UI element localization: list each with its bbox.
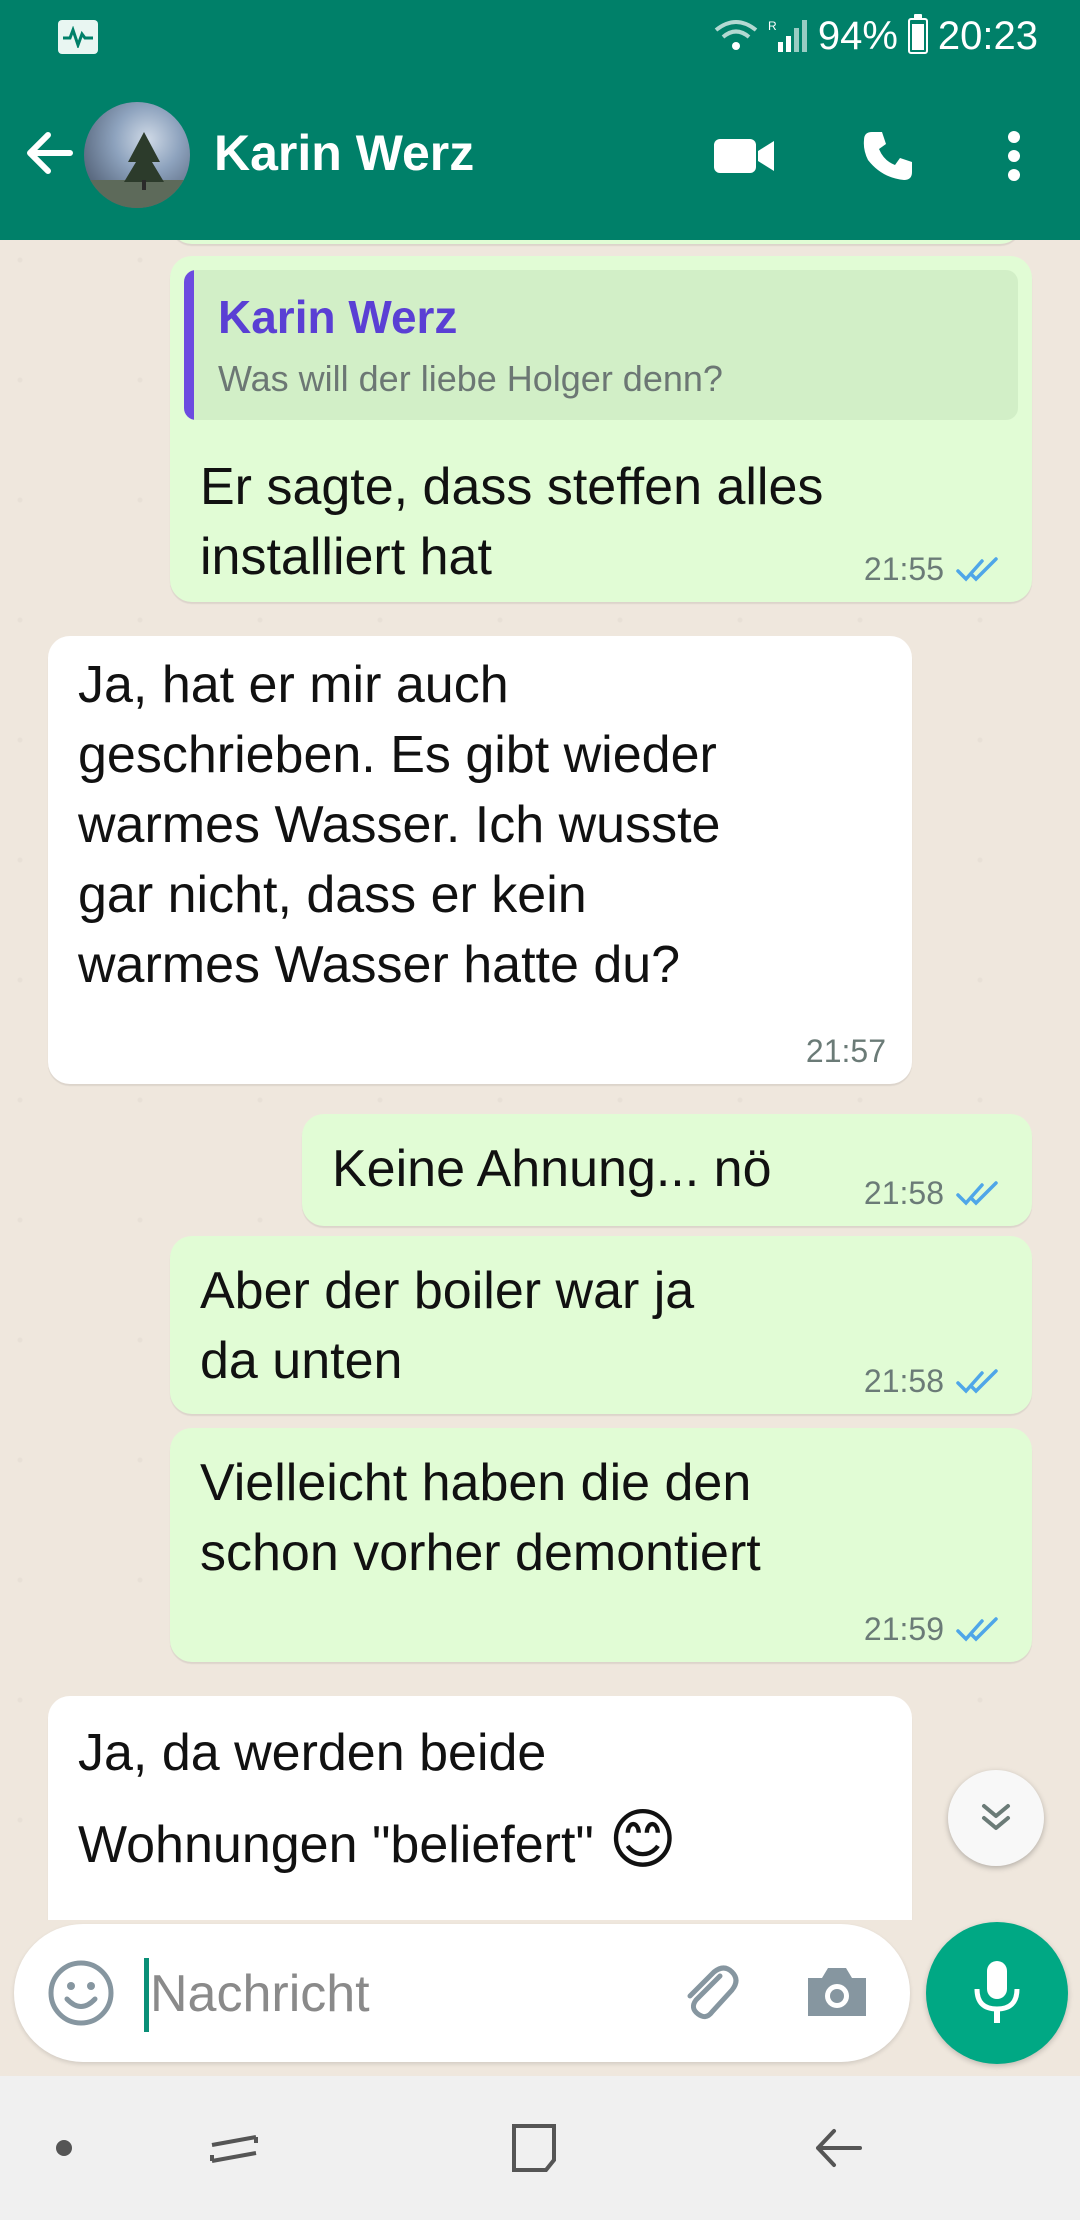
read-ticks-icon	[956, 1616, 998, 1642]
nav-dot-icon[interactable]	[28, 2112, 100, 2184]
message-text: Ja, hat er mir auch geschrieben. Es gibt…	[78, 656, 721, 994]
quoted-sender: Karin Werz	[218, 291, 458, 343]
microphone-button[interactable]	[926, 1922, 1068, 2064]
microphone-icon	[974, 1961, 1020, 2023]
message-time: 21:57	[805, 1033, 886, 1069]
message-meta: 21:57	[806, 1033, 886, 1070]
read-ticks-icon	[956, 1368, 998, 1394]
status-bar: R 94% 20:23	[0, 0, 1080, 72]
camera-icon[interactable]	[798, 1954, 876, 2032]
smiling-face-emoji: 😊	[608, 1802, 678, 1876]
signal-icon: R	[768, 19, 807, 52]
message-composer	[14, 1924, 910, 2062]
message-bubble-incoming[interactable]: Ja, hat er mir auch geschrieben. Es gibt…	[48, 636, 912, 1084]
scroll-to-bottom-button[interactable]	[948, 1770, 1044, 1866]
read-ticks-icon	[956, 556, 998, 582]
message-meta: 21:59	[864, 1611, 1006, 1648]
message-time: 21:58	[863, 1175, 944, 1211]
system-navigation-bar	[0, 2076, 1080, 2220]
message-text: Vielleicht haben die den schon vorher de…	[200, 1454, 761, 1582]
message-time: 21:55	[863, 551, 944, 587]
quote-bar	[184, 270, 194, 420]
message-bubble-outgoing[interactable]: Karin Werz Was will der liebe Holger den…	[170, 256, 1032, 602]
read-ticks-icon	[956, 1180, 998, 1206]
battery-icon	[907, 14, 928, 54]
message-text: Er sagte, dass steffen alles installiert…	[200, 458, 824, 586]
back-arrow-icon[interactable]	[18, 122, 80, 184]
more-options-icon[interactable]	[972, 114, 1056, 198]
message-time: 21:58	[863, 1363, 944, 1399]
message-text: Ja, da werden beide Wohnungen "beliefert…	[78, 1724, 678, 1876]
home-icon[interactable]	[498, 2112, 570, 2184]
message-meta: 21:55	[864, 551, 1006, 588]
message-meta: 21:58	[864, 1175, 1006, 1212]
text-caret	[144, 1958, 149, 2032]
contact-name[interactable]: Karin Werz	[214, 124, 474, 182]
paperclip-icon[interactable]	[670, 1954, 748, 2032]
video-call-icon[interactable]	[702, 114, 786, 198]
quoted-message[interactable]: Karin Werz Was will der liebe Holger den…	[184, 270, 1018, 420]
message-list[interactable]: Karin Werz Was will der liebe Holger den…	[0, 240, 1080, 1920]
message-bubble-outgoing[interactable]: Vielleicht haben die den schon vorher de…	[170, 1428, 1032, 1662]
message-bubble-outgoing[interactable]: Keine Ahnung... nö 21:58	[302, 1114, 1032, 1226]
avatar[interactable]	[84, 102, 190, 208]
message-bubble-partial	[170, 240, 1022, 244]
double-chevron-down-icon	[982, 1804, 1010, 1830]
message-bubble-outgoing[interactable]: Aber der boiler war ja da unten 21:58	[170, 1236, 1032, 1414]
message-text: Aber der boiler war ja da unten	[200, 1262, 695, 1390]
recent-apps-icon[interactable]	[198, 2112, 270, 2184]
battery-percent: 94%	[817, 13, 898, 58]
back-icon[interactable]	[802, 2112, 874, 2184]
message-time: 21:59	[863, 1611, 944, 1647]
message-text: Keine Ahnung... nö	[332, 1140, 772, 1198]
activity-icon	[58, 20, 98, 54]
message-input[interactable]	[150, 1952, 650, 2036]
wifi-icon	[714, 20, 758, 50]
message-bubble-incoming[interactable]: Ja, da werden beide Wohnungen "beliefert…	[48, 1696, 912, 1920]
svg-text:R: R	[768, 19, 777, 33]
clock: 20:23	[937, 13, 1038, 58]
quoted-text: Was will der liebe Holger denn?	[218, 358, 723, 399]
phone-icon[interactable]	[846, 114, 930, 198]
chat-header: Karin Werz	[0, 72, 1080, 240]
message-meta: 21:58	[864, 1363, 1006, 1400]
emoji-icon[interactable]	[42, 1954, 120, 2032]
